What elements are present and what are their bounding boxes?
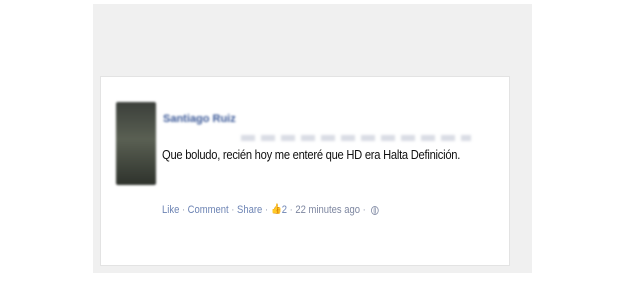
post-actions: Like · Comment · Share · 👍 2 · 22 minute… bbox=[162, 204, 379, 216]
share-link[interactable]: Share bbox=[237, 204, 262, 216]
comment-link[interactable]: Comment bbox=[188, 204, 229, 216]
post-timestamp[interactable]: 22 minutes ago bbox=[295, 204, 360, 216]
separator: · bbox=[362, 204, 366, 216]
post-message: Que boludo, recién hoy me enteré que HD … bbox=[162, 147, 461, 162]
separator: · bbox=[231, 204, 235, 216]
thumbs-up-icon[interactable]: 👍 bbox=[271, 205, 282, 215]
post-author[interactable]: Santiago Ruiz bbox=[163, 113, 236, 125]
blurred-background-text bbox=[241, 135, 471, 141]
separator: · bbox=[181, 204, 186, 216]
feed-post: Santiago Ruiz Que boludo, recién hoy me … bbox=[100, 76, 510, 266]
avatar[interactable] bbox=[116, 102, 156, 185]
separator: · bbox=[289, 204, 293, 216]
globe-icon bbox=[370, 205, 379, 215]
like-link[interactable]: Like bbox=[162, 204, 179, 216]
separator: · bbox=[264, 204, 268, 216]
